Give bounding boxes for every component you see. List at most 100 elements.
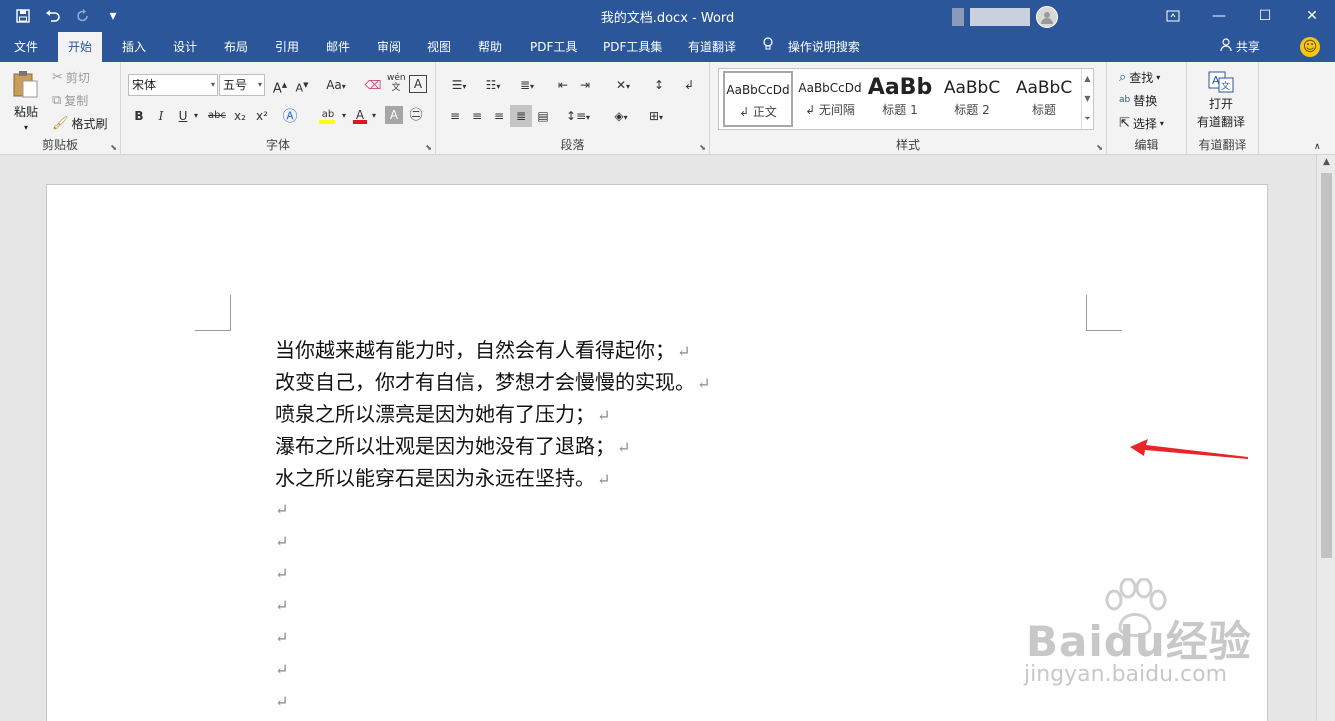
empty-paragraph-mark: ↵	[275, 660, 289, 679]
style-heading-1[interactable]: AaBb 标题 1	[865, 71, 935, 127]
superscript-button[interactable]: x²	[253, 106, 271, 126]
show-marks-icon[interactable]: ↲	[680, 75, 698, 95]
lightbulb-icon	[762, 37, 774, 54]
bold-button[interactable]: B	[130, 106, 148, 126]
paste-button[interactable]: 粘贴 ▾	[12, 70, 40, 132]
shading-icon[interactable]: ◈▾	[606, 106, 636, 126]
style-normal[interactable]: AaBbCcDd ↲ 正文	[723, 71, 793, 127]
youdao-open-button[interactable]: A文 打开 有道翻译	[1197, 70, 1245, 130]
text-effects-icon[interactable]: Ⓐ	[281, 106, 299, 126]
scrollbar-thumb[interactable]	[1321, 173, 1332, 558]
collapse-ribbon-icon[interactable]: ∧	[1314, 142, 1321, 152]
avatar[interactable]	[1036, 6, 1058, 28]
find-label: 查找	[1129, 71, 1154, 85]
empty-paragraph-mark: ↵	[275, 628, 289, 647]
font-size-combo[interactable]: 五号 ▾	[219, 74, 265, 96]
paragraph-mark: ↵	[677, 342, 691, 361]
tab-mailings[interactable]: 邮件	[316, 32, 360, 62]
tab-references[interactable]: 引用	[265, 32, 309, 62]
underline-button[interactable]: U	[174, 106, 192, 126]
undo-icon[interactable]	[40, 5, 66, 27]
numbering-icon[interactable]: ☷▾	[480, 75, 506, 95]
dialog-launcher-icon[interactable]: ⬊	[1096, 143, 1103, 152]
copy-button[interactable]: ⧉ 复制	[52, 92, 88, 109]
customize-qat-button[interactable]: ▾	[100, 5, 126, 27]
share-button[interactable]: 共享	[1220, 32, 1260, 62]
chevron-down-icon[interactable]: ▾	[339, 106, 349, 126]
borders-icon[interactable]: ⊞▾	[642, 106, 670, 126]
style-no-spacing[interactable]: AaBbCcDd ↲ 无间隔	[795, 71, 865, 127]
bullets-icon[interactable]: ☰▾	[446, 75, 472, 95]
character-border-icon[interactable]: A	[409, 75, 427, 93]
tab-home[interactable]: 开始	[58, 32, 103, 62]
tab-insert[interactable]: 插入	[112, 32, 156, 62]
gallery-scroll[interactable]: ▲ ▼ ⏷	[1081, 69, 1093, 129]
font-color-button[interactable]: A	[351, 105, 369, 125]
distributed-icon[interactable]: ▤	[534, 106, 552, 126]
align-center-icon[interactable]: ≡	[468, 106, 486, 126]
decrease-indent-icon[interactable]: ⇤	[554, 75, 572, 95]
find-button[interactable]: ⌕ 查找 ▾	[1119, 69, 1160, 86]
tab-design[interactable]: 设计	[163, 32, 207, 62]
scroll-up-icon[interactable]: ▲	[1317, 157, 1335, 167]
redo-icon[interactable]	[70, 5, 96, 27]
style-title[interactable]: AaBbC 标题	[1009, 71, 1079, 127]
change-case-button[interactable]: Aa▾	[321, 75, 351, 95]
asian-layout-icon[interactable]: ✕▾	[610, 75, 636, 95]
save-icon[interactable]	[10, 5, 36, 27]
dialog-launcher-icon[interactable]: ⬊	[110, 143, 117, 152]
empty-paragraph-mark: ↵	[275, 532, 289, 551]
document-page[interactable]: 当你越来越有能力时，自然会有人看得起你； ↵ 改变自己，你才有自信，梦想才会慢慢的…	[46, 184, 1268, 721]
increase-indent-icon[interactable]: ⇥	[576, 75, 594, 95]
line-spacing-icon[interactable]: ↕≡▾	[564, 106, 592, 126]
maximize-button[interactable]: ☐	[1242, 0, 1288, 32]
chevron-down-icon[interactable]: ▾	[369, 106, 379, 126]
youdao-group-label: 有道翻译	[1198, 138, 1247, 152]
phonetic-guide-icon[interactable]: wén 文	[387, 73, 406, 93]
character-shading-icon[interactable]: A	[385, 106, 403, 124]
enclose-characters-icon[interactable]: ㊁	[407, 106, 425, 126]
minimize-button[interactable]: —	[1196, 0, 1242, 32]
tab-layout[interactable]: 布局	[214, 32, 258, 62]
justify-icon[interactable]: ≣	[510, 105, 532, 127]
tab-view[interactable]: 视图	[417, 32, 461, 62]
feedback-smiley-icon[interactable]: ☺	[1300, 37, 1320, 57]
tab-pdf-toolset[interactable]: PDF工具集	[593, 32, 672, 62]
account-area[interactable]	[952, 6, 1058, 28]
highlight-color-button[interactable]: ab	[316, 105, 340, 125]
chevron-down-icon[interactable]: ▾	[191, 106, 201, 126]
tab-youdao-translate[interactable]: 有道翻译	[678, 32, 746, 62]
ribbon: 粘贴 ▾ ✂ 剪切 ⧉ 复制 🖌 格式刷 剪贴板 ⬊ 宋体 ▾ 五号 ▾ A ▲ …	[0, 62, 1335, 155]
gallery-up-icon[interactable]: ▲	[1082, 69, 1093, 89]
clear-formatting-icon[interactable]: ⌫	[364, 75, 382, 95]
shrink-font-button[interactable]: A▼	[293, 75, 311, 95]
sort-icon[interactable]: ↕	[650, 75, 668, 95]
cut-button[interactable]: ✂ 剪切	[52, 69, 90, 86]
tab-file[interactable]: 文件	[4, 32, 48, 62]
gallery-more-icon[interactable]: ⏷	[1082, 109, 1093, 129]
close-button[interactable]: ✕	[1289, 0, 1335, 32]
gallery-down-icon[interactable]: ▼	[1082, 89, 1093, 109]
document-body[interactable]: 当你越来越有能力时，自然会有人看得起你； ↵ 改变自己，你才有自信，梦想才会慢慢的…	[275, 334, 710, 718]
subscript-button[interactable]: x₂	[231, 106, 249, 126]
dialog-launcher-icon[interactable]: ⬊	[425, 143, 432, 152]
format-painter-button[interactable]: 🖌 格式刷	[52, 115, 108, 132]
tab-pdf-tools[interactable]: PDF工具	[520, 32, 587, 62]
line-text: 瀑布之所以壮观是因为她没有了退路；	[275, 434, 615, 458]
align-left-icon[interactable]: ≡	[446, 106, 464, 126]
tab-review[interactable]: 审阅	[367, 32, 411, 62]
select-button[interactable]: ⇱ 选择 ▾	[1119, 115, 1164, 132]
ribbon-display-options-icon[interactable]	[1150, 0, 1196, 32]
italic-button[interactable]: I	[152, 106, 170, 126]
strikethrough-button[interactable]: abc	[205, 106, 229, 126]
replace-button[interactable]: ab 替换	[1119, 92, 1157, 109]
grow-font-button[interactable]: A▲	[271, 75, 289, 96]
tell-me-search[interactable]: 操作说明搜索	[762, 32, 860, 62]
multilevel-list-icon[interactable]: ≣▾	[514, 75, 540, 95]
dialog-launcher-icon[interactable]: ⬊	[699, 143, 706, 152]
style-heading-2[interactable]: AaBbC 标题 2	[937, 71, 1007, 127]
tab-help[interactable]: 帮助	[468, 32, 512, 62]
vertical-scrollbar[interactable]: ▲	[1316, 155, 1335, 721]
align-right-icon[interactable]: ≡	[490, 106, 508, 126]
font-name-combo[interactable]: 宋体 ▾	[128, 74, 218, 96]
